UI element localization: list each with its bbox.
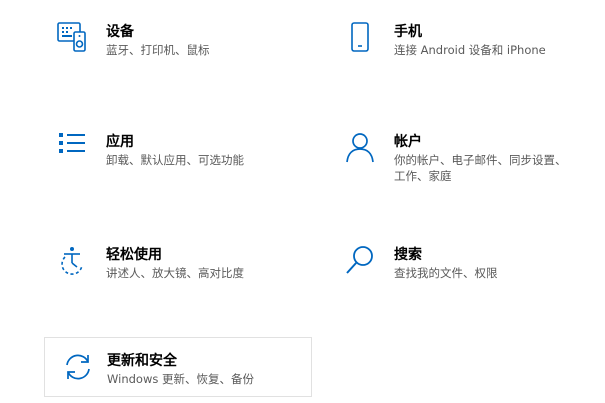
tile-update-security[interactable]: 更新和安全 Windows 更新、恢复、备份 — [44, 337, 312, 397]
person-icon — [338, 130, 382, 174]
tile-description: Windows 更新、恢复、备份 — [107, 372, 254, 386]
tile-apps[interactable]: 应用 卸载、默认应用、可选功能 — [50, 130, 320, 174]
tile-title: 轻松使用 — [106, 247, 162, 263]
phone-icon — [338, 20, 382, 64]
devices-icon — [50, 20, 94, 64]
tile-title: 设备 — [106, 24, 134, 40]
tile-phone[interactable]: 手机 连接 Android 设备和 iPhone — [338, 20, 600, 64]
tile-devices[interactable]: 设备 蓝牙、打印机、鼠标 — [50, 20, 320, 64]
tile-title: 搜索 — [394, 247, 422, 263]
tile-title: 手机 — [394, 24, 422, 40]
tile-title: 更新和安全 — [107, 353, 177, 369]
tile-search[interactable]: 搜索 查找我的文件、权限 — [338, 243, 600, 287]
tile-accounts[interactable]: 帐户 你的帐户、电子邮件、同步设置、工作、家庭 — [338, 130, 578, 184]
tile-description: 连接 Android 设备和 iPhone — [394, 43, 546, 57]
ease-of-access-icon — [50, 243, 94, 287]
tile-title: 帐户 — [394, 134, 422, 150]
tile-title: 应用 — [106, 134, 134, 150]
tile-description: 卸载、默认应用、可选功能 — [106, 153, 244, 167]
tile-description: 讲述人、放大镜、高对比度 — [106, 266, 244, 280]
tile-description: 蓝牙、打印机、鼠标 — [106, 43, 210, 57]
update-sync-icon — [61, 350, 95, 394]
tile-ease-of-access[interactable]: 轻松使用 讲述人、放大镜、高对比度 — [50, 243, 320, 287]
search-icon — [338, 243, 382, 287]
tile-description: 查找我的文件、权限 — [394, 266, 498, 280]
apps-icon — [50, 130, 94, 174]
tile-description: 你的帐户、电子邮件、同步设置、工作、家庭 — [394, 153, 567, 183]
